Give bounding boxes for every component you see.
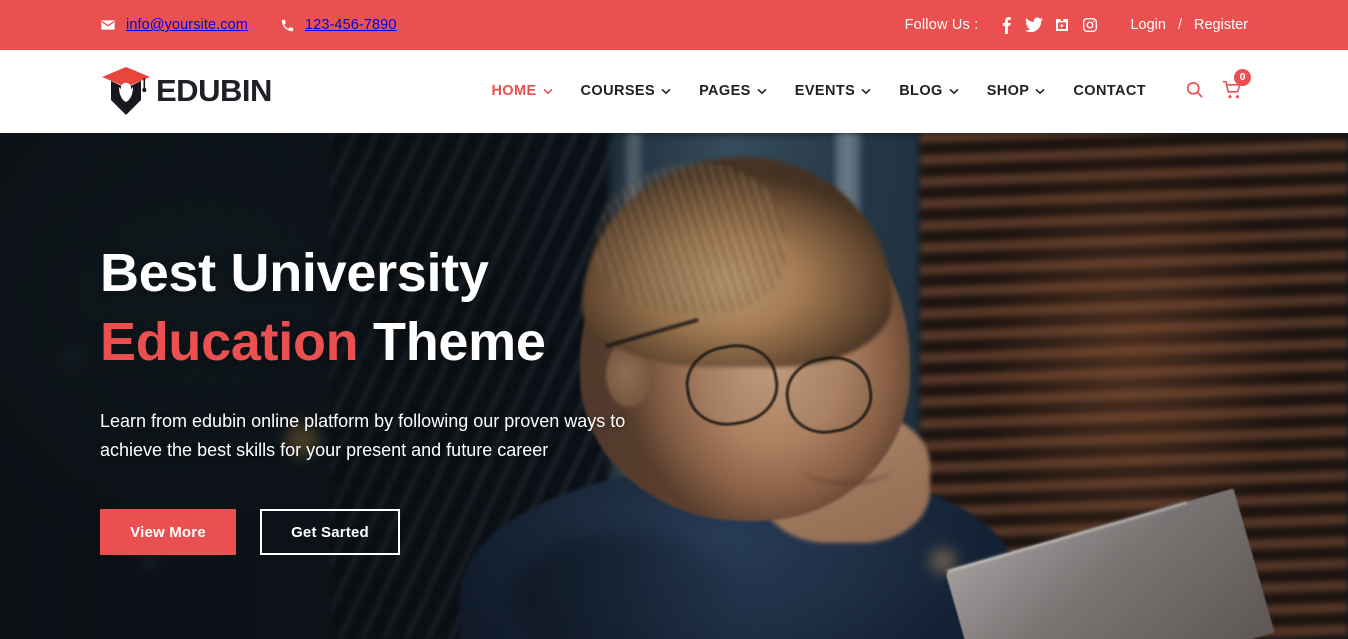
nav-label-courses: COURSES xyxy=(580,82,656,99)
cart-button[interactable]: 0 xyxy=(1216,69,1251,107)
nav-label-contact: CONTACT xyxy=(1073,82,1146,99)
nav-list: HOME COURSES PAGES EVENTS BLOG SHOP CONT… xyxy=(477,50,1160,133)
chevron-down-icon xyxy=(861,50,871,133)
nav-item-courses: COURSES xyxy=(567,50,686,133)
phone-text: 123-456-7890 xyxy=(305,17,397,33)
top-bar-social-group: Follow Us : Login / Register xyxy=(905,13,1248,37)
login-link[interactable]: Login xyxy=(1130,17,1165,33)
graduation-cap-icon xyxy=(100,64,152,118)
header-tools: 0 xyxy=(1178,69,1251,107)
nav-link-pages[interactable]: PAGES xyxy=(685,50,781,133)
hero-slider: Best University Education Theme Learn fr… xyxy=(0,133,1348,639)
main-nav: HOME COURSES PAGES EVENTS BLOG SHOP CONT… xyxy=(477,50,1251,133)
facebook-icon[interactable] xyxy=(992,13,1020,37)
youtube-icon[interactable] xyxy=(1048,13,1076,37)
hero-title: Best University Education Theme xyxy=(100,239,740,377)
chevron-down-icon xyxy=(1035,50,1045,133)
social-links xyxy=(992,13,1104,37)
search-icon xyxy=(1185,80,1204,102)
get-started-button[interactable]: Get Sarted xyxy=(260,509,400,556)
hero-buttons: View More Get Sarted xyxy=(100,509,740,556)
nav-item-events: EVENTS xyxy=(781,50,885,133)
nav-item-shop: SHOP xyxy=(973,50,1060,133)
main-header: EDUBIN HOME COURSES PAGES EVENTS BLOG SH… xyxy=(0,50,1348,133)
nav-label-blog: BLOG xyxy=(899,82,943,99)
logo-link[interactable]: EDUBIN xyxy=(100,64,272,118)
top-bar: info@yoursite.com 123-456-7890 Follow Us… xyxy=(0,0,1348,50)
nav-link-shop[interactable]: SHOP xyxy=(973,50,1060,133)
envelope-icon xyxy=(100,17,116,33)
nav-link-home[interactable]: HOME xyxy=(477,50,566,133)
register-link[interactable]: Register xyxy=(1194,17,1248,33)
logo-text: EDUBIN xyxy=(156,73,272,108)
nav-item-home: HOME xyxy=(477,50,566,133)
auth-separator: / xyxy=(1177,17,1182,33)
cart-count-badge: 0 xyxy=(1234,69,1251,86)
follow-us-label: Follow Us : xyxy=(904,17,979,33)
chevron-down-icon xyxy=(949,50,959,133)
nav-label-pages: PAGES xyxy=(699,82,751,99)
instagram-icon[interactable] xyxy=(1076,13,1104,37)
nav-link-contact[interactable]: CONTACT xyxy=(1059,50,1160,133)
nav-label-events: EVENTS xyxy=(794,82,856,99)
view-more-button[interactable]: View More xyxy=(100,509,236,556)
auth-links: Login / Register xyxy=(1130,17,1248,33)
nav-link-events[interactable]: EVENTS xyxy=(781,50,885,133)
chevron-down-icon xyxy=(542,50,553,133)
hero-title-line-1: Best University xyxy=(100,242,489,303)
hero-title-line-2: Education Theme xyxy=(100,308,740,377)
nav-link-courses[interactable]: COURSES xyxy=(567,50,686,133)
search-button[interactable] xyxy=(1178,75,1210,107)
hero-title-rest: Theme xyxy=(358,311,546,372)
top-bar-contact-group: info@yoursite.com 123-456-7890 xyxy=(100,17,397,33)
hero-content: Best University Education Theme Learn fr… xyxy=(0,133,1348,639)
nav-item-contact: CONTACT xyxy=(1059,50,1160,133)
hero-title-accent: Education xyxy=(100,311,359,372)
nav-item-pages: PAGES xyxy=(685,50,781,133)
phone-icon xyxy=(280,18,295,33)
nav-label-home: HOME xyxy=(491,82,537,99)
phone-link[interactable]: 123-456-7890 xyxy=(280,17,397,33)
chevron-down-icon xyxy=(661,50,671,133)
nav-label-shop: SHOP xyxy=(986,82,1030,99)
nav-item-blog: BLOG xyxy=(885,50,973,133)
chevron-down-icon xyxy=(757,50,767,133)
nav-link-blog[interactable]: BLOG xyxy=(885,50,973,133)
hero-subtitle: Learn from edubin online platform by fol… xyxy=(100,410,626,461)
email-link[interactable]: info@yoursite.com xyxy=(100,17,248,33)
email-text: info@yoursite.com xyxy=(126,17,248,33)
twitter-icon[interactable] xyxy=(1020,13,1048,37)
hero-text-block: Best University Education Theme Learn fr… xyxy=(100,239,740,556)
